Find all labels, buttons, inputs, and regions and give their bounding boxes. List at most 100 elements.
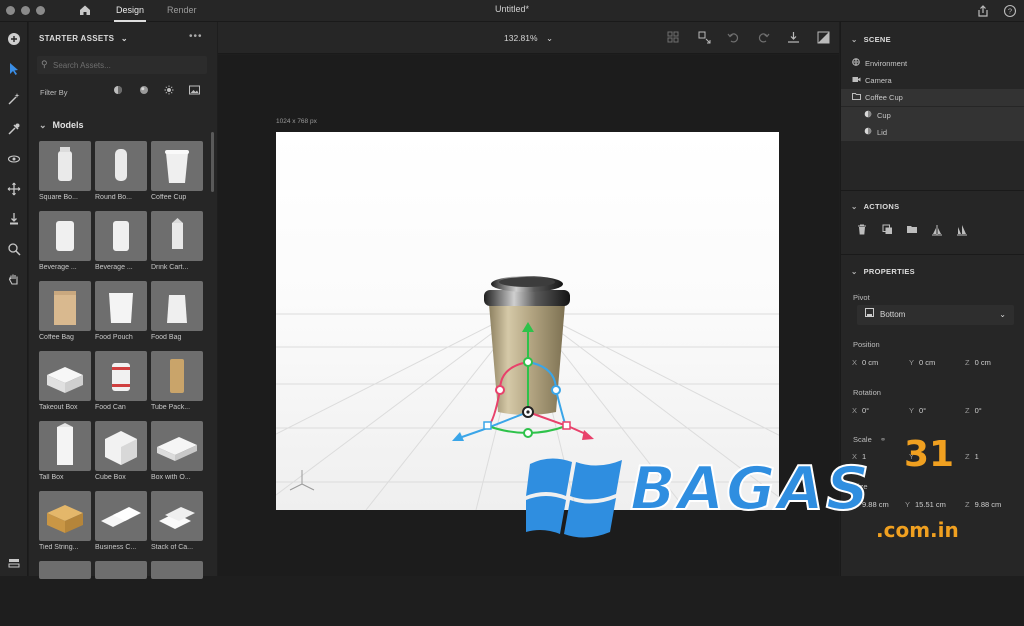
position-y-field[interactable]: Y0 cm — [909, 358, 935, 367]
pan-tool-icon[interactable] — [5, 180, 23, 198]
asset-label: Cube Box — [95, 474, 126, 481]
asset-tile[interactable]: Tall Box — [39, 421, 91, 486]
scene-item-coffee-cup[interactable]: Coffee Cup — [841, 89, 1024, 106]
duplicate-icon[interactable] — [880, 224, 894, 238]
size-y-field[interactable]: Y 15.51 cm — [905, 500, 946, 509]
rotation-z-field[interactable]: Z 0° — [965, 406, 982, 415]
asset-label: Beverage ... — [95, 264, 133, 271]
asset-tile[interactable] — [39, 561, 91, 626]
asset-tile[interactable]: Coffee Bag — [39, 281, 91, 346]
group-icon[interactable] — [905, 224, 919, 238]
select-tool-icon[interactable] — [5, 60, 23, 78]
sample-tool-icon[interactable] — [5, 120, 23, 138]
asset-tile[interactable]: Food Pouch — [95, 281, 147, 346]
tab-render[interactable]: Render — [167, 0, 197, 22]
frame-selection-icon[interactable] — [697, 31, 711, 45]
asset-tile[interactable] — [95, 561, 147, 626]
asset-tile[interactable]: Tied String... — [39, 491, 91, 556]
asset-tile[interactable]: Square Bo... — [39, 141, 91, 206]
scene-item-cup[interactable]: Cup — [841, 107, 1024, 124]
asset-label: Food Bag — [151, 334, 182, 341]
asset-tile[interactable]: Food Bag — [151, 281, 203, 346]
pivot-value: Bottom — [880, 310, 906, 320]
transform-gizmo[interactable] — [448, 322, 608, 452]
tab-design[interactable]: Design — [114, 0, 146, 22]
asset-tile[interactable]: Takeout Box — [39, 351, 91, 416]
model-icon — [863, 124, 873, 141]
asset-label: Tall Box — [39, 474, 64, 481]
scale-x-field[interactable]: X1 — [852, 452, 866, 461]
svg-text:?: ? — [1008, 7, 1012, 16]
viewport[interactable]: 1024 x 768 px — [218, 55, 839, 576]
link-icon[interactable]: ⚭ — [880, 435, 886, 444]
size-z-field[interactable]: Z 9.88 cm — [965, 500, 1001, 509]
align-icon[interactable] — [930, 224, 944, 238]
scale-z-field[interactable]: Z1 — [965, 452, 979, 461]
models-section-header[interactable]: ⌄ Models — [39, 120, 84, 131]
scene-item-environment[interactable]: Environment — [841, 55, 1024, 72]
asset-tile[interactable]: Round Bo... — [95, 141, 147, 206]
drop-to-ground-icon[interactable] — [786, 31, 800, 45]
asset-tile[interactable]: Box with O... — [151, 421, 203, 486]
asset-tile[interactable]: Food Can — [95, 351, 147, 416]
asset-thumbnail — [39, 211, 91, 261]
add-content-icon[interactable] — [5, 30, 23, 48]
asset-tile[interactable]: Beverage ... — [39, 211, 91, 276]
asset-thumbnail — [39, 351, 91, 401]
zoom-control[interactable]: 132.81% ⌄ — [504, 33, 553, 44]
orbit-tool-icon[interactable] — [5, 150, 23, 168]
scale-y-field[interactable]: Y1 — [909, 452, 923, 461]
minimize-window-button[interactable] — [21, 6, 30, 15]
asset-label: Stack of Ca... — [151, 544, 194, 551]
close-window-button[interactable] — [6, 6, 15, 15]
filter-lights-icon[interactable] — [162, 85, 176, 99]
actions-header[interactable]: ⌄ ACTIONS — [851, 202, 899, 211]
search-input[interactable] — [53, 58, 203, 72]
assets-scrollbar[interactable] — [211, 132, 214, 192]
properties-header[interactable]: ⌄ PROPERTIES — [851, 267, 915, 276]
rotation-y-field[interactable]: Y 0° — [909, 406, 926, 415]
dolly-tool-icon[interactable] — [5, 210, 23, 228]
scene-item-camera[interactable]: Camera — [841, 72, 1024, 89]
asset-tile[interactable]: Drink Cart... — [151, 211, 203, 276]
assets-header[interactable]: STARTER ASSETS ⌄ — [39, 34, 128, 43]
help-icon[interactable]: ? — [1003, 4, 1017, 18]
ground-plane-icon[interactable] — [816, 31, 830, 45]
redo-icon[interactable] — [756, 31, 770, 45]
position-z-field[interactable]: Z0 cm — [965, 358, 991, 367]
asset-tile[interactable]: Business C... — [95, 491, 147, 556]
scene-item-lid[interactable]: Lid — [841, 124, 1024, 141]
size-x-field[interactable]: X 9.88 cm — [852, 500, 889, 509]
zoom-tool-icon[interactable] — [5, 240, 23, 258]
grid-icon[interactable] — [666, 31, 680, 45]
folder-icon — [851, 89, 861, 106]
asset-tile[interactable]: Stack of Ca... — [151, 491, 203, 556]
asset-tile[interactable]: Cube Box — [95, 421, 147, 486]
scene-header[interactable]: ⌄ SCENE — [851, 35, 891, 44]
more-options-icon[interactable]: ••• — [189, 31, 203, 42]
filter-materials-icon[interactable] — [137, 85, 151, 99]
asset-label: Takeout Box — [39, 404, 78, 411]
asset-tile[interactable] — [151, 561, 203, 626]
pivot-select[interactable]: Bottom ⌄ — [857, 305, 1014, 325]
asset-thumbnail — [39, 281, 91, 331]
hand-tool-icon[interactable] — [5, 270, 23, 288]
distribute-icon[interactable] — [955, 224, 969, 238]
asset-tile[interactable]: Coffee Cup — [151, 141, 203, 206]
magic-wand-icon[interactable] — [5, 90, 23, 108]
asset-tile[interactable]: Beverage ... — [95, 211, 147, 276]
scene-item-label: Camera — [865, 76, 892, 85]
delete-icon[interactable] — [855, 224, 869, 238]
filter-models-icon[interactable] — [111, 85, 125, 99]
maximize-window-button[interactable] — [36, 6, 45, 15]
rotation-x-field[interactable]: X 0° — [852, 406, 869, 415]
layers-toggle-icon[interactable] — [5, 554, 23, 572]
home-icon[interactable] — [78, 3, 92, 17]
render-canvas[interactable] — [276, 132, 779, 510]
position-x-field[interactable]: X0 cm — [852, 358, 878, 367]
asset-label: Round Bo... — [95, 194, 132, 201]
share-icon[interactable] — [976, 4, 990, 18]
undo-icon[interactable] — [726, 31, 740, 45]
asset-tile[interactable]: Tube Pack... — [151, 351, 203, 416]
filter-images-icon[interactable] — [187, 85, 201, 99]
